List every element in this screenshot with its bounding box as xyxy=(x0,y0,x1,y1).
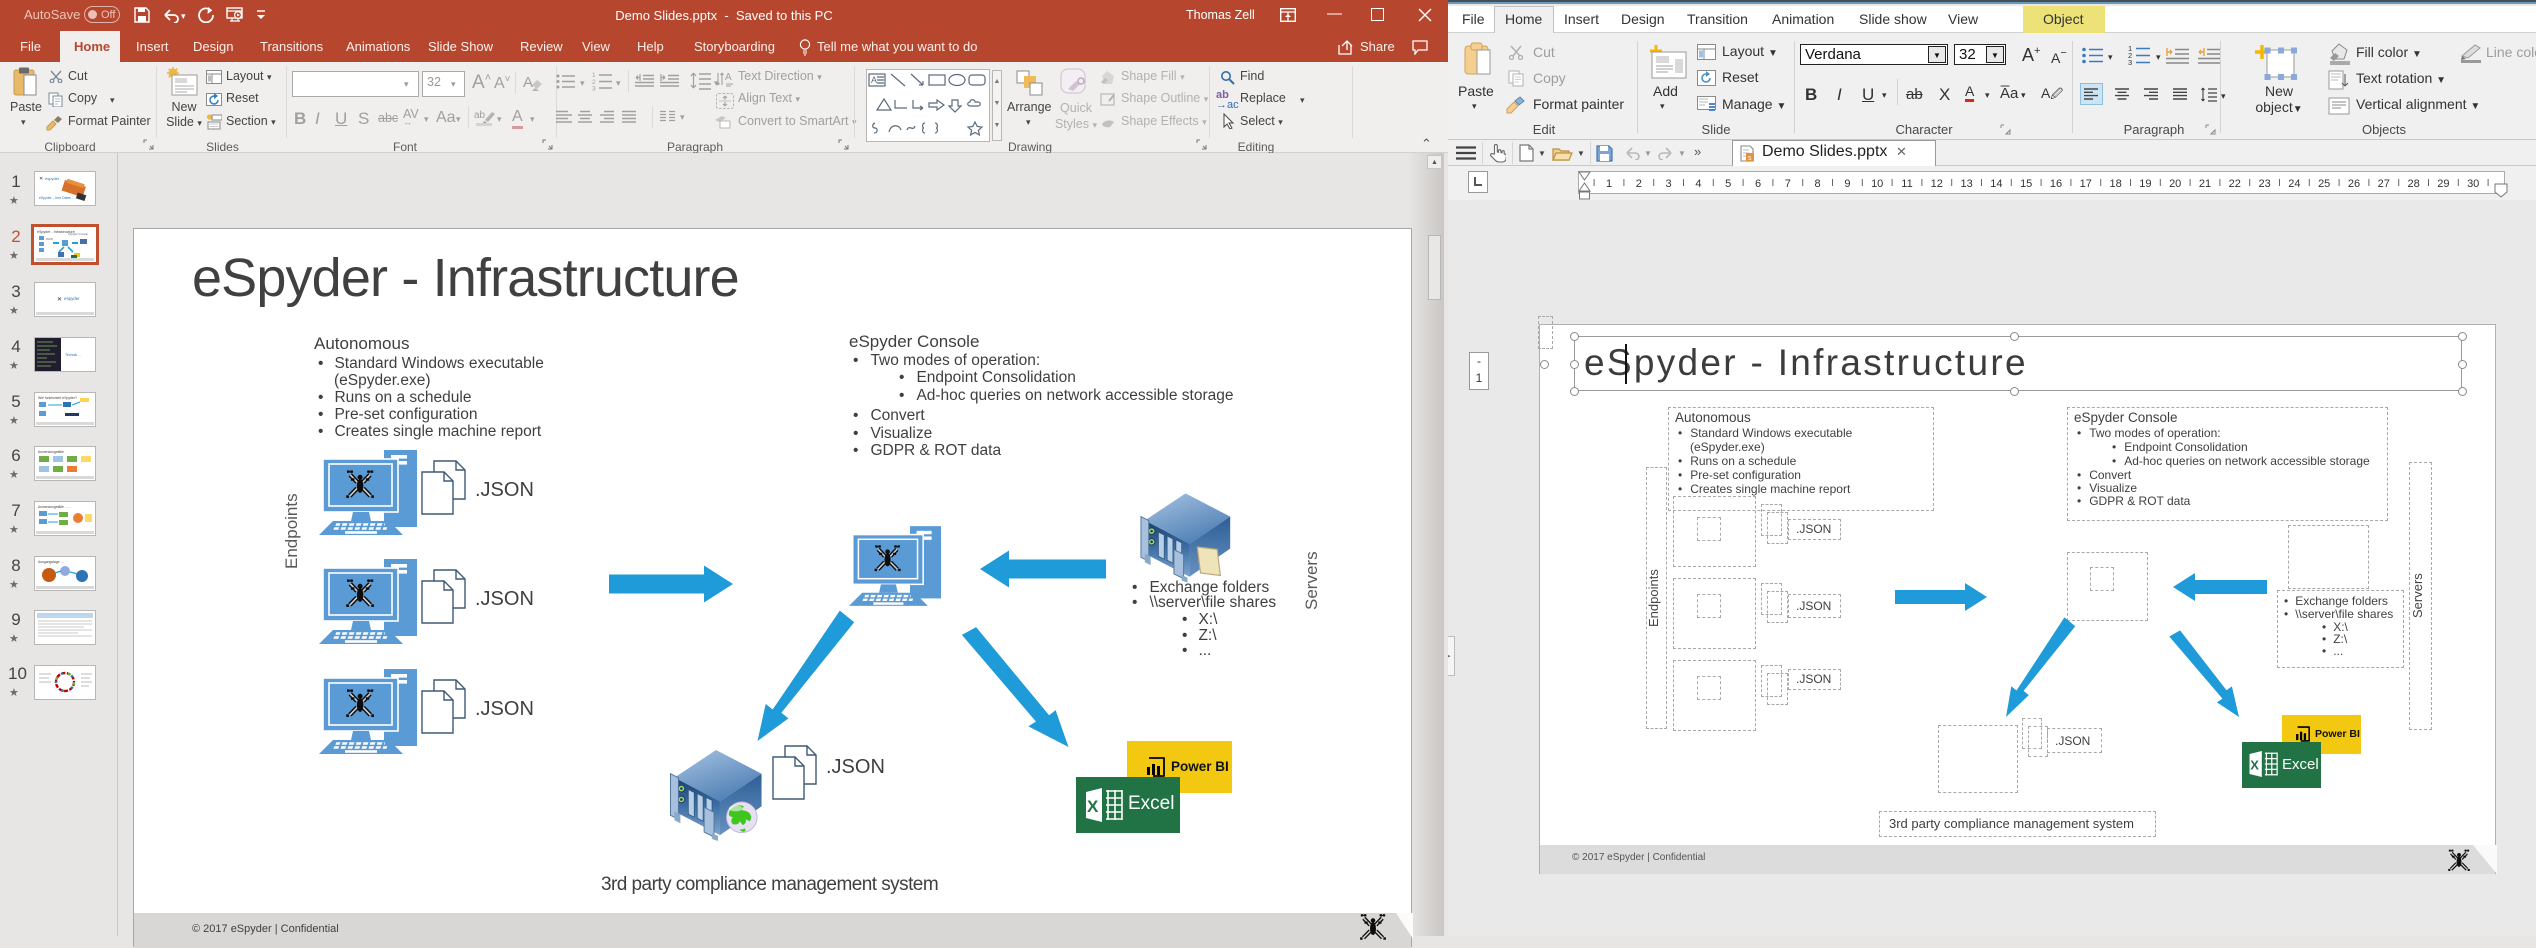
svg-text:30: 30 xyxy=(2467,178,2479,190)
svg-text:10: 10 xyxy=(1871,178,1883,190)
svg-text:16: 16 xyxy=(2050,178,2062,190)
svg-text:✕: ✕ xyxy=(39,176,43,182)
svg-text:3: 3 xyxy=(592,86,596,92)
svg-text:23: 23 xyxy=(2258,178,2270,190)
svg-text:7: 7 xyxy=(1785,178,1791,190)
svg-text:4: 4 xyxy=(1695,178,1701,190)
svg-text:s: s xyxy=(1748,155,1752,162)
svg-text:3: 3 xyxy=(1666,178,1672,190)
svg-text:2: 2 xyxy=(1636,178,1642,190)
svg-text:3: 3 xyxy=(2128,58,2132,66)
svg-text:1: 1 xyxy=(592,72,596,79)
svg-text:.JSON: .JSON xyxy=(45,237,53,241)
svg-text:9: 9 xyxy=(1844,178,1850,190)
svg-text:Wie funktioniert eSpyder?: Wie funktioniert eSpyder? xyxy=(38,396,77,400)
svg-text:✕: ✕ xyxy=(57,297,62,303)
svg-text:A: A xyxy=(871,75,877,85)
svg-text:X: X xyxy=(2250,757,2259,772)
svg-text:5: 5 xyxy=(1725,178,1731,190)
svg-text:20: 20 xyxy=(2169,178,2181,190)
svg-text:Anwendungsfälle - …: Anwendungsfälle - … xyxy=(38,505,70,509)
svg-text:11: 11 xyxy=(1901,178,1912,190)
svg-text:Technik …: Technik … xyxy=(65,353,82,357)
svg-text:27: 27 xyxy=(2378,178,2390,190)
svg-text:13: 13 xyxy=(1960,178,1972,190)
svg-text:6: 6 xyxy=(1755,178,1761,190)
svg-text:24: 24 xyxy=(2288,178,2300,190)
svg-text:A: A xyxy=(523,74,533,91)
svg-text:eSpyder Console: eSpyder Console xyxy=(68,232,88,236)
svg-text:18: 18 xyxy=(2109,178,2121,190)
svg-text:25: 25 xyxy=(2318,178,2330,190)
svg-text:espyder: espyder xyxy=(45,176,60,181)
svg-text:espyder: espyder xyxy=(64,296,80,301)
svg-text:17: 17 xyxy=(2080,178,2092,190)
svg-text:28: 28 xyxy=(2407,178,2419,190)
svg-text:26: 26 xyxy=(2348,178,2360,190)
svg-text:ab: ab xyxy=(474,110,486,121)
svg-text:eSpyder – Ihre Daten …: eSpyder – Ihre Daten … xyxy=(39,196,76,200)
svg-text:21: 21 xyxy=(2199,178,2211,190)
svg-text:29: 29 xyxy=(2437,178,2449,190)
svg-text:X: X xyxy=(1087,797,1099,816)
svg-text:22: 22 xyxy=(2229,178,2241,190)
svg-text:A: A xyxy=(725,72,732,83)
svg-text:1: 1 xyxy=(1606,178,1612,190)
svg-text:19: 19 xyxy=(2139,178,2151,190)
svg-text:14: 14 xyxy=(1990,178,2002,190)
svg-text:15: 15 xyxy=(2020,178,2032,190)
svg-text:8: 8 xyxy=(1815,178,1821,190)
svg-text:Ausgangslage …: Ausgangslage … xyxy=(38,560,64,564)
svg-text:Anwendungsfälle: Anwendungsfälle xyxy=(38,450,64,454)
svg-text:12: 12 xyxy=(1931,178,1943,190)
